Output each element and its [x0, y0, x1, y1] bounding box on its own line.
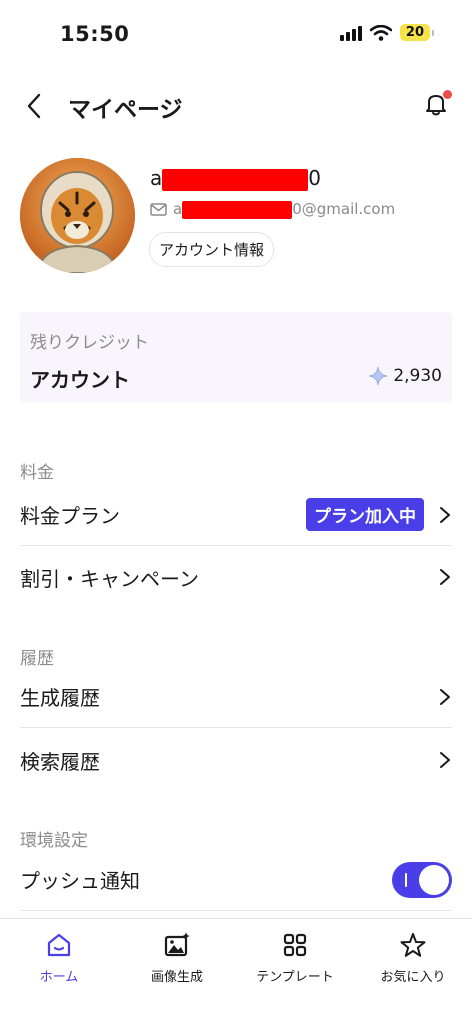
menu-item-label: プッシュ通知 [20, 869, 140, 893]
email-suffix: 0@gmail.com [292, 200, 396, 218]
page-header: マイページ [0, 84, 472, 128]
bottom-nav: ホーム 画像生成 テンプレート お気に入り [0, 918, 472, 1024]
nav-label: お気に入り [380, 970, 446, 985]
notification-button[interactable] [422, 90, 452, 120]
grid-icon [283, 933, 307, 957]
notification-dot [443, 90, 452, 99]
username: a0 [150, 166, 321, 191]
mail-icon [150, 203, 167, 216]
credit-card: 残りクレジット アカウント 2,930 [20, 312, 452, 402]
tiger-avatar-image [20, 158, 135, 273]
row-right: プラン加入中 [306, 498, 452, 531]
credit-account-label: アカウント [30, 368, 130, 392]
email-text: a 0@gmail.com [173, 200, 395, 219]
menu-item-push-notification: プッシュ通知 [20, 849, 452, 911]
back-button[interactable] [20, 90, 48, 122]
menu-item-label: 検索履歴 [20, 749, 100, 774]
menu-item-label: 料金プラン [20, 504, 120, 528]
star-icon [400, 933, 426, 957]
chevron-right-icon [440, 506, 450, 523]
menu-item-search-history[interactable]: 検索履歴 [20, 729, 452, 791]
nav-item-home[interactable]: ホーム [0, 919, 118, 1024]
cellular-signal-icon [339, 25, 362, 41]
chevron-right-icon [440, 688, 450, 705]
push-notification-toggle[interactable] [392, 861, 452, 898]
chevron-right-icon [440, 752, 450, 768]
credit-amount: 2,930 [368, 366, 442, 386]
menu-item-generation-history[interactable]: 生成履歴 [20, 666, 452, 728]
nav-item-favorites[interactable]: お気に入り [354, 919, 472, 1024]
menu-item-pricing-plan[interactable]: 料金プラン プラン加入中 [20, 484, 452, 546]
redaction-bar [182, 200, 293, 219]
section-label-pricing: 料金 [20, 463, 54, 483]
image-sparkle-icon [164, 932, 190, 957]
nav-item-image-generation[interactable]: 画像生成 [118, 919, 236, 1024]
menu-item-label: 生成履歴 [20, 686, 100, 710]
battery-indicator: 20 [399, 24, 435, 41]
credit-amount-value: 2,930 [393, 366, 442, 386]
toggle-on-mark [405, 872, 407, 887]
username-suffix: 0 [308, 166, 321, 190]
chevron-right-icon [440, 569, 450, 585]
username-prefix: a [150, 166, 163, 190]
page-title: マイページ [68, 97, 183, 123]
menu-item-label: 割引・キャンペーン [20, 566, 199, 591]
status-icons: 20 [339, 24, 435, 41]
nav-label: 画像生成 [150, 970, 203, 985]
email-prefix: a [173, 200, 183, 218]
chevron-left-icon [27, 93, 41, 119]
credit-label: 残りクレジット [30, 333, 149, 353]
menu-item-campaign[interactable]: 割引・キャンペーン [20, 546, 452, 608]
home-icon [47, 933, 71, 957]
email-row: a 0@gmail.com [150, 200, 395, 219]
status-bar: 15:50 20 [0, 0, 472, 70]
toggle-knob [419, 864, 449, 895]
nav-label: テンプレート [256, 970, 334, 985]
nav-item-templates[interactable]: テンプレート [236, 919, 354, 1024]
avatar[interactable] [20, 158, 135, 273]
redaction-bar [162, 168, 309, 191]
sparkle-icon [369, 366, 388, 386]
nav-label: ホーム [39, 970, 79, 985]
section-label-settings: 環境設定 [20, 831, 88, 851]
plan-status-badge: プラン加入中 [306, 498, 424, 531]
wifi-icon [369, 24, 392, 41]
account-info-button[interactable]: アカウント情報 [149, 232, 275, 267]
status-time: 15:50 [60, 22, 130, 46]
